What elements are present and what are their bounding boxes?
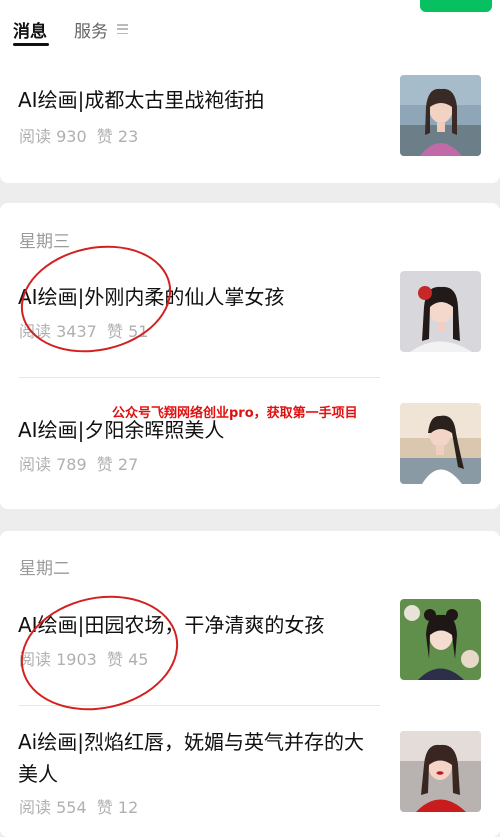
article-thumbnail[interactable] — [400, 599, 481, 680]
menu-icon[interactable] — [117, 24, 128, 35]
day-group-card: 星期三 AI绘画|外刚内柔的仙人掌女孩 阅读 3437 赞 51 AI绘画|夕阳… — [0, 203, 500, 509]
tab-messages[interactable]: 消息 — [13, 17, 47, 42]
article-stats: 阅读 930 赞 23 — [19, 127, 139, 146]
top-tab-bar: 消息 服务 — [0, 0, 500, 50]
article-thumbnail[interactable] — [400, 731, 481, 812]
article-title[interactable]: Ai绘画|烈焰红唇，妩媚与英气并存的大美人 — [18, 726, 383, 790]
article-thumbnail[interactable] — [400, 403, 481, 484]
article-card: AI绘画|成都太古里战袍街拍 阅读 930 赞 23 — [0, 50, 500, 183]
day-label: 星期三 — [19, 232, 70, 252]
article-thumbnail[interactable] — [400, 75, 481, 156]
article-stats: 阅读 789 赞 27 — [19, 455, 139, 474]
active-tab-indicator — [13, 43, 49, 46]
action-button[interactable] — [420, 0, 492, 12]
article-stats: 阅读 554 赞 12 — [19, 798, 139, 817]
day-label: 星期二 — [19, 559, 70, 579]
article-title[interactable]: AI绘画|成都太古里战袍街拍 — [18, 84, 383, 116]
watermark-text: 公众号飞翔网络创业pro，获取第一手项目 — [112, 406, 358, 421]
article-thumbnail[interactable] — [400, 271, 481, 352]
tab-services[interactable]: 服务 — [74, 17, 108, 42]
divider — [19, 377, 380, 378]
